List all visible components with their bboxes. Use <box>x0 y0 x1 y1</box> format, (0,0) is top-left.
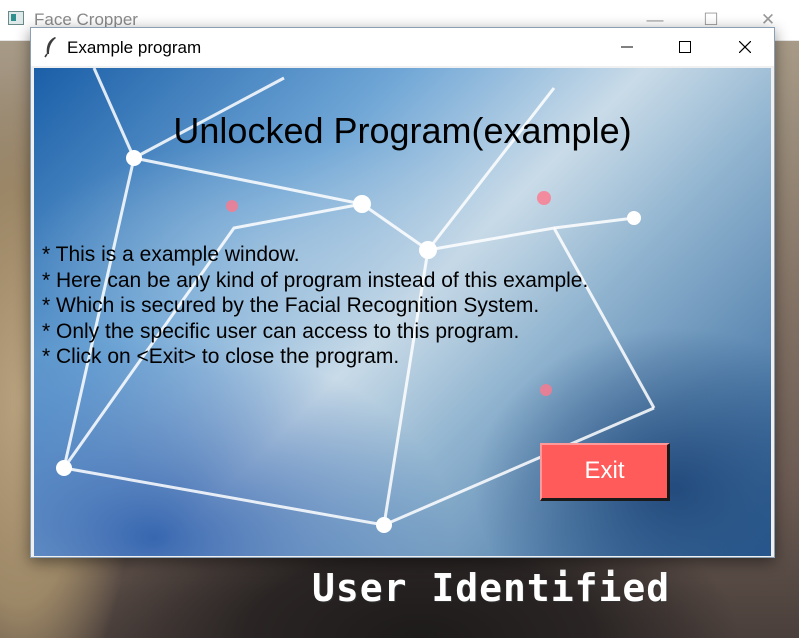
user-identified-label: User Identified <box>312 566 671 610</box>
exit-button[interactable]: Exit <box>540 443 670 501</box>
minimize-button[interactable] <box>598 28 656 66</box>
minimize-icon <box>621 46 633 48</box>
feather-icon <box>44 37 56 58</box>
info-text: * This is a example window. * Here can b… <box>42 242 588 370</box>
info-line: * Here can be any kind of program instea… <box>42 268 589 292</box>
info-line: * Which is secured by the Facial Recogni… <box>42 294 540 317</box>
app-icon <box>8 11 24 25</box>
maximize-button[interactable] <box>656 28 714 66</box>
info-line: * Only the specific user can access to t… <box>42 319 520 343</box>
program-heading: Unlocked Program(example) <box>173 110 632 151</box>
window-titlebar[interactable]: Example program <box>31 28 774 66</box>
info-line: * Click on <Exit> to close the program. <box>42 345 400 368</box>
close-icon <box>739 41 751 53</box>
maximize-icon <box>679 41 691 53</box>
content-area: Unlocked Program(example) * This is a ex… <box>34 68 771 556</box>
example-program-window: Example program Unlocked Program(example… <box>30 27 775 558</box>
window-title: Example program <box>67 38 202 57</box>
info-line: * This is a example window. <box>42 243 300 266</box>
close-button[interactable] <box>716 28 774 66</box>
